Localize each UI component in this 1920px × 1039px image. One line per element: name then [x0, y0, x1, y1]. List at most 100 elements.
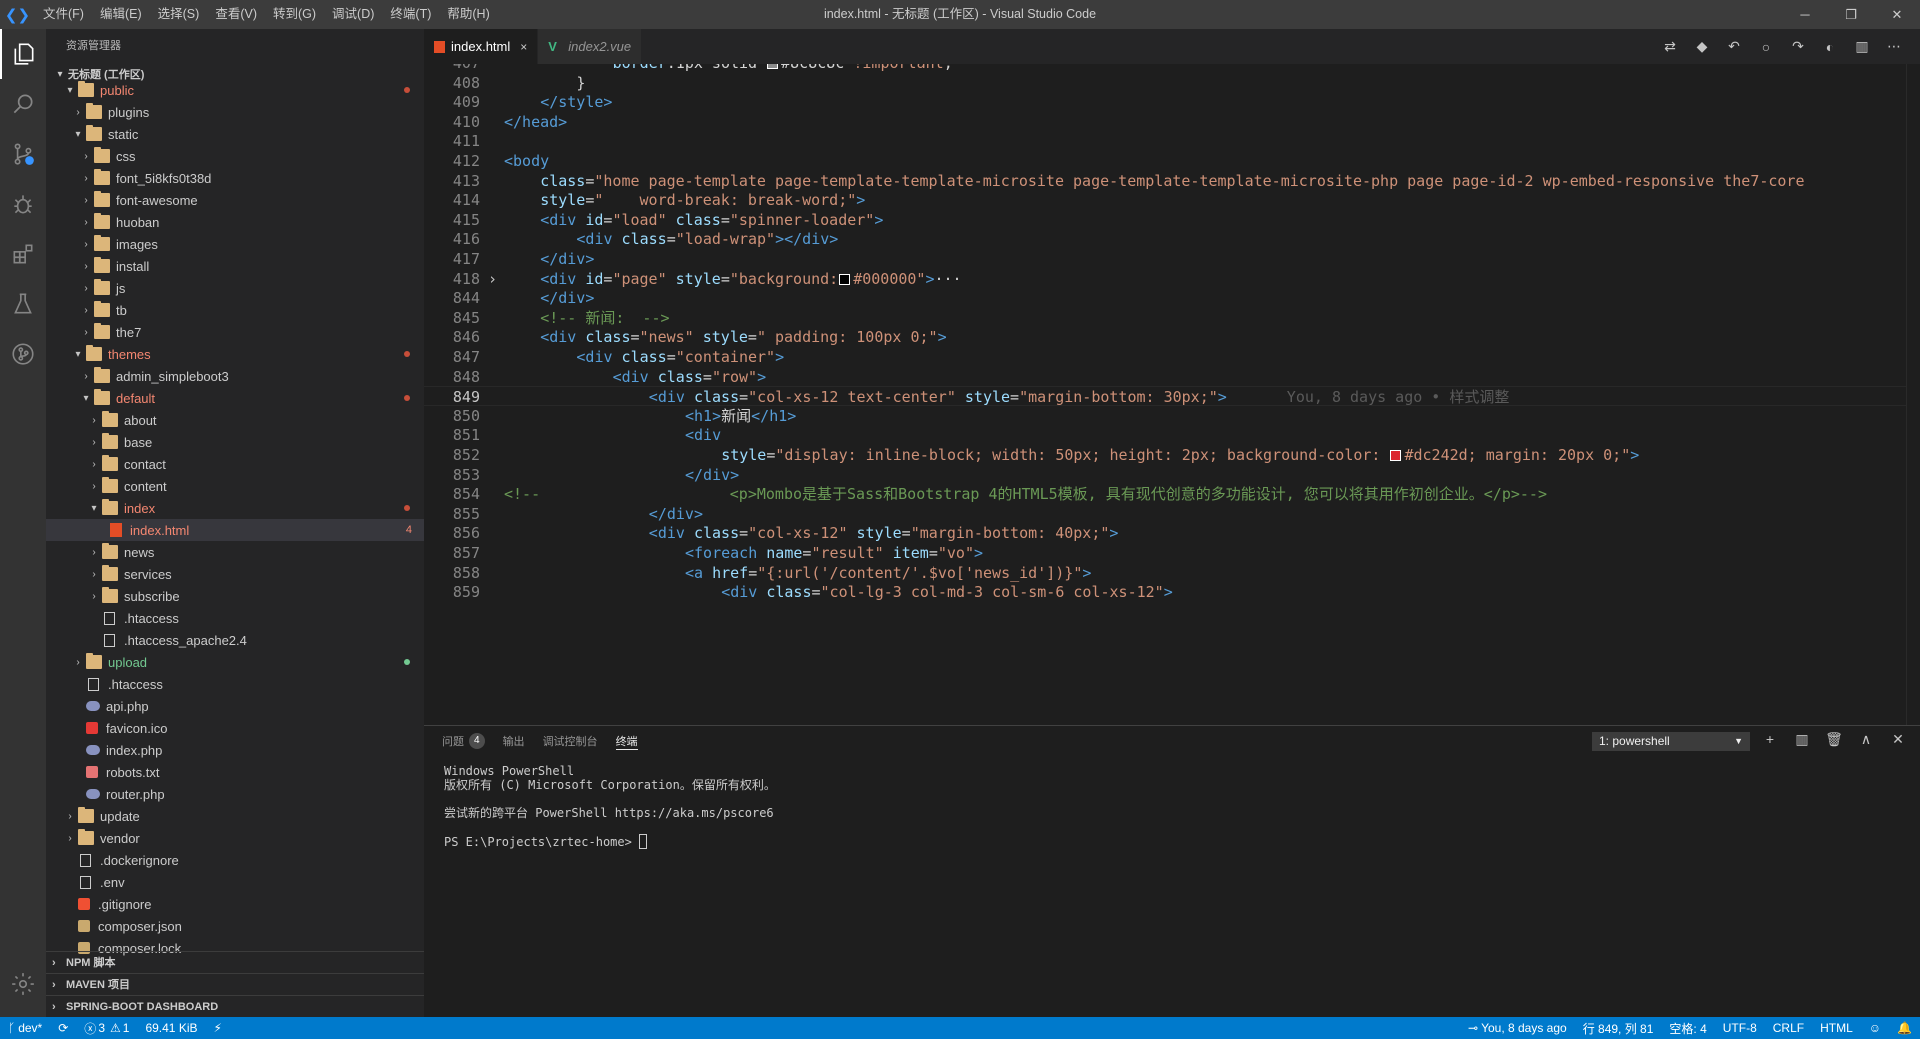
code-line[interactable]: 850 <h1>新闻</h1>: [424, 406, 1920, 426]
editor-scrollbar[interactable]: [1906, 64, 1920, 725]
editor-action-icon[interactable]: ⇄: [1654, 38, 1686, 55]
terminal-output[interactable]: Windows PowerShell 版权所有 (C) Microsoft Cor…: [444, 764, 776, 849]
close-window-button[interactable]: ✕: [1874, 0, 1920, 29]
tree-folder[interactable]: › the7: [46, 321, 424, 343]
editor-action-icon[interactable]: ↷: [1782, 38, 1814, 55]
tree-file[interactable]: favicon.ico: [46, 717, 424, 739]
color-swatch[interactable]: [1390, 450, 1402, 461]
settings-gear-icon[interactable]: [0, 959, 46, 1009]
tree-file[interactable]: .gitignore: [46, 893, 424, 915]
section-spring-boot-dashboard[interactable]: › SPRING-BOOT DASHBOARD: [46, 995, 424, 1017]
git-blame[interactable]: ⊸ You, 8 days ago: [1460, 1021, 1575, 1035]
tree-folder[interactable]: ▾ default: [46, 387, 424, 409]
menu-item[interactable]: 选择(S): [150, 0, 208, 29]
tree-folder[interactable]: › about: [46, 409, 424, 431]
explorer-icon[interactable]: [0, 29, 46, 79]
minimize-button[interactable]: ─: [1782, 0, 1828, 29]
editor-action-icon[interactable]: ◆: [1686, 38, 1718, 55]
tree-folder[interactable]: › install: [46, 255, 424, 277]
code-line[interactable]: 417 </div>: [424, 249, 1920, 269]
split-terminal-icon[interactable]: ▥: [1786, 731, 1818, 748]
git-graph-icon[interactable]: [0, 329, 46, 379]
tree-file[interactable]: robots.txt: [46, 761, 424, 783]
tree-folder[interactable]: › content: [46, 475, 424, 497]
code-line[interactable]: 859 <div class="col-lg-3 col-md-3 col-sm-…: [424, 582, 1920, 602]
code-line[interactable]: 858 <a href="{:url('/content/'.$vo['news_…: [424, 563, 1920, 583]
color-swatch[interactable]: [767, 64, 779, 69]
restore-button[interactable]: ❐: [1828, 0, 1874, 29]
branch-indicator[interactable]: ᚴ dev*: [0, 1021, 50, 1035]
tab-problems[interactable]: 问题 4: [442, 733, 485, 749]
tree-file[interactable]: index.html 4: [46, 519, 424, 541]
problems-indicator[interactable]: ⓧ 3 ⚠ 1: [76, 1020, 137, 1037]
code-line[interactable]: 845 <!-- 新闻: -->: [424, 308, 1920, 328]
code-line[interactable]: 855 </div>: [424, 504, 1920, 524]
tree-file[interactable]: .htaccess_apache2.4: [46, 629, 424, 651]
tree-folder[interactable]: › base: [46, 431, 424, 453]
feedback-icon[interactable]: ☺: [1861, 1021, 1889, 1035]
editor-action-icon[interactable]: ▥: [1846, 38, 1878, 55]
close-tab-icon[interactable]: ×: [520, 40, 527, 54]
code-editor[interactable]: 407border:1px solid #8c8c8c !important;4…: [424, 64, 1920, 725]
tab-index-html[interactable]: index.html ×: [424, 29, 539, 64]
fold-chevron-icon[interactable]: ›: [488, 269, 497, 289]
editor-action-icon[interactable]: ○: [1750, 39, 1782, 55]
code-line[interactable]: 418 › <div id="page" style="background: #00…: [424, 269, 1920, 289]
tree-folder[interactable]: ▾ themes: [46, 343, 424, 365]
section-maven-projects[interactable]: › MAVEN 项目: [46, 973, 424, 995]
tree-folder[interactable]: › tb: [46, 299, 424, 321]
code-line[interactable]: 857 <foreach name="result" item="vo">: [424, 543, 1920, 563]
code-line[interactable]: 414 style=" word-break: break-word;">: [424, 190, 1920, 210]
tree-file[interactable]: .dockerignore: [46, 849, 424, 871]
tree-folder[interactable]: › huoban: [46, 211, 424, 233]
code-line[interactable]: 852 style="display: inline-block; width: …: [424, 445, 1920, 465]
tree-file[interactable]: .htaccess: [46, 607, 424, 629]
tree-file[interactable]: api.php: [46, 695, 424, 717]
tree-file[interactable]: router.php: [46, 783, 424, 805]
editor-action-icon[interactable]: ◐: [1814, 39, 1846, 55]
code-line[interactable]: 847 <div class="container">: [424, 347, 1920, 367]
menu-item[interactable]: 编辑(E): [92, 0, 150, 29]
code-line[interactable]: 844 </div>: [424, 288, 1920, 308]
new-terminal-icon[interactable]: +: [1754, 731, 1786, 748]
tree-folder[interactable]: › update: [46, 805, 424, 827]
indentation[interactable]: 空格: 4: [1661, 1020, 1714, 1037]
tab-output[interactable]: 输出: [503, 733, 525, 749]
end-of-line[interactable]: CRLF: [1765, 1021, 1812, 1035]
tree-folder[interactable]: › font_5i8kfs0t38d: [46, 167, 424, 189]
code-line[interactable]: 849 <div class="col-xs-12 text-center" st…: [424, 386, 1920, 407]
cursor-position[interactable]: 行 849, 列 81: [1575, 1020, 1662, 1037]
code-line[interactable]: 848 <div class="row">: [424, 367, 1920, 387]
encoding[interactable]: UTF-8: [1715, 1021, 1765, 1035]
code-line[interactable]: 854 <!-- <p>Mombo是基于Sass和Bootstrap 4的HTML…: [424, 484, 1920, 504]
tree-folder[interactable]: › css: [46, 145, 424, 167]
tree-folder[interactable]: › js: [46, 277, 424, 299]
code-line[interactable]: 411: [424, 131, 1920, 151]
tree-folder[interactable]: ▾ index: [46, 497, 424, 519]
tree-folder[interactable]: › font-awesome: [46, 189, 424, 211]
menu-item[interactable]: 查看(V): [207, 0, 265, 29]
notifications-bell-icon[interactable]: 🔔: [1889, 1021, 1920, 1035]
menu-item[interactable]: 转到(G): [265, 0, 324, 29]
menu-item[interactable]: 文件(F): [35, 0, 92, 29]
tree-folder[interactable]: › images: [46, 233, 424, 255]
tree-folder[interactable]: › news: [46, 541, 424, 563]
debug-icon[interactable]: [0, 179, 46, 229]
tree-folder[interactable]: › contact: [46, 453, 424, 475]
tree-folder[interactable]: › upload: [46, 651, 424, 673]
tree-folder[interactable]: › subscribe: [46, 585, 424, 607]
menu-item[interactable]: 调试(D): [324, 0, 382, 29]
tree-folder[interactable]: ▾ public: [46, 79, 424, 101]
code-line[interactable]: 416 <div class="load-wrap"></div>: [424, 229, 1920, 249]
tree-folder[interactable]: ▾ static: [46, 123, 424, 145]
tree-folder[interactable]: › services: [46, 563, 424, 585]
color-swatch[interactable]: [839, 273, 851, 285]
sync-icon[interactable]: ⟳: [50, 1021, 76, 1035]
code-line[interactable]: 846 <div class="news" style=" padding: 10…: [424, 327, 1920, 347]
code-line[interactable]: 410 </head>: [424, 112, 1920, 132]
tab-debug-console[interactable]: 调试控制台: [543, 733, 598, 749]
section-npm-scripts[interactable]: › NPM 脚本: [46, 951, 424, 973]
search-icon[interactable]: [0, 79, 46, 129]
menu-item[interactable]: 帮助(H): [439, 0, 497, 29]
tab-terminal[interactable]: 终端: [615, 733, 638, 750]
